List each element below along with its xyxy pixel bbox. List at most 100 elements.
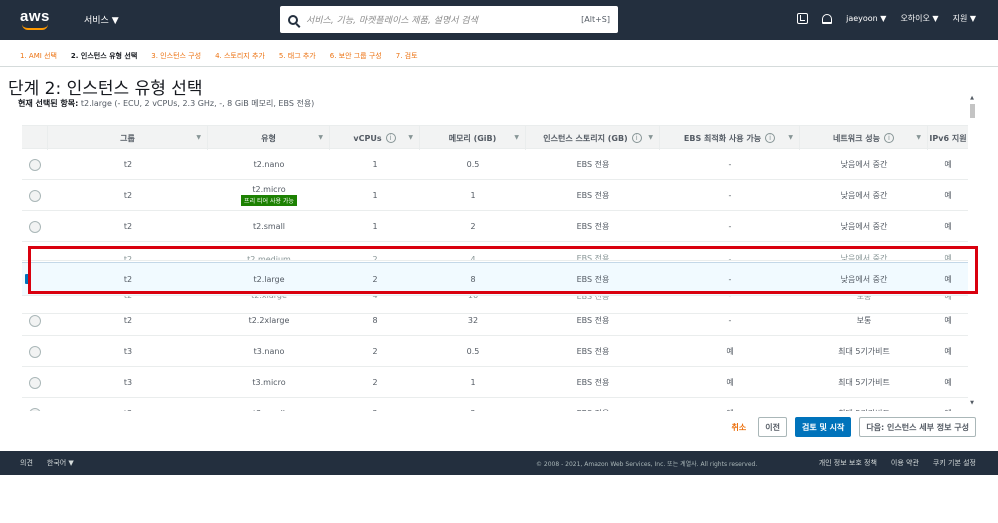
table-row[interactable]: t2 t2.2xlarge 8 32 EBS 전용 - 보통 예 xyxy=(22,306,968,336)
page-title: 단계 2: 인스턴스 유형 선택 xyxy=(8,79,203,99)
header-label: 그룹 xyxy=(120,133,135,143)
cell-group: t2 xyxy=(123,316,133,325)
search-shortcut: [Alt+S] xyxy=(581,15,610,24)
cell-ipv6: 예 xyxy=(944,160,952,169)
review-and-launch-button[interactable]: 검토 및 시작 xyxy=(794,417,852,437)
search-icon xyxy=(288,14,298,25)
cell-type-wrap: t2.micro 프리 티어 사용 가능 xyxy=(208,181,330,210)
cell-network: 최대 5기가비트 xyxy=(838,347,890,356)
cell-memory: 1 xyxy=(470,191,476,200)
info-icon[interactable]: i xyxy=(631,133,642,143)
step-security-group[interactable]: 6. 보안 그룹 구성 xyxy=(330,51,382,61)
wizard-steps: 1. AMI 선택 2. 인스턴스 유형 선택 3. 인스턴스 구성 4. 스토… xyxy=(20,51,418,61)
footer-bar: 의견 한국어 ▼ © 2008 - 2021, Amazon Web Servi… xyxy=(0,451,998,475)
scroll-up-icon[interactable]: ▲ xyxy=(968,95,976,101)
header-vcpus[interactable]: vCPUs i ▼ xyxy=(330,126,420,150)
row-radio[interactable] xyxy=(29,345,41,358)
header-label: vCPUs xyxy=(353,133,382,143)
step-review[interactable]: 7. 검토 xyxy=(396,51,418,61)
services-menu[interactable]: 서비스 ▼ xyxy=(84,13,119,26)
step-ami[interactable]: 1. AMI 선택 xyxy=(20,51,57,61)
info-icon[interactable]: i xyxy=(385,133,396,143)
header-instance-storage[interactable]: 인스턴스 스토리지 (GB) i ▼ xyxy=(526,126,660,150)
aws-logo[interactable]: aws xyxy=(20,8,62,32)
cell-memory: 32 xyxy=(467,316,479,325)
search-bar[interactable]: 서비스, 기능, 마켓플레이스 제품, 설명서 검색 [Alt+S] xyxy=(280,6,618,33)
cell-vcpus: 1 xyxy=(372,222,378,231)
cell-group: t2 xyxy=(123,222,133,231)
table-row[interactable]: t2 t2.small 1 2 EBS 전용 - 낮음에서 중간 예 xyxy=(22,212,968,242)
table-header: 그룹 ▼ 유형 ▼ vCPUs i ▼ 메모리 (GiB) ▼ 인스턴스 스토리지 (GB… xyxy=(22,125,968,150)
feedback-link[interactable]: 의견 xyxy=(20,458,33,468)
table-row[interactable]: t2 t2.nano 1 0.5 EBS 전용 - 낮음에서 중간 예 xyxy=(22,150,968,180)
support-menu[interactable]: 지원 ▼ xyxy=(953,13,976,24)
notification-bell-icon[interactable] xyxy=(822,13,833,24)
row-radio[interactable] xyxy=(29,158,41,171)
table-row[interactable]: t3 t3.nano 2 0.5 EBS 전용 예 최대 5기가비트 예 xyxy=(22,337,968,367)
cell-network: 최대 5기가비트 xyxy=(800,399,928,411)
row-select-cell xyxy=(22,368,48,397)
sort-icon: ▼ xyxy=(514,134,519,141)
step-instance-type[interactable]: 2. 인스턴스 유형 선택 xyxy=(71,51,137,61)
row-radio[interactable] xyxy=(29,407,41,411)
cell-ebs: - xyxy=(728,160,732,169)
cell-storage: EBS 전용 xyxy=(576,160,610,169)
cell-ipv6: 예 xyxy=(944,222,952,231)
scroll-down-icon[interactable]: ▼ xyxy=(968,400,976,406)
info-icon[interactable]: i xyxy=(883,133,894,143)
selected-instance-summary: 현재 선택된 항목: t2.large (- ECU, 2 vCPUs, 2.3… xyxy=(18,98,314,109)
header-memory[interactable]: 메모리 (GiB) ▼ xyxy=(420,126,526,150)
previous-button[interactable]: 이전 xyxy=(758,417,787,437)
sort-icon: ▼ xyxy=(788,134,793,141)
search-input[interactable]: 서비스, 기능, 마켓플레이스 제품, 설명서 검색 xyxy=(306,13,581,26)
table-row[interactable]: t2 t2.micro 프리 티어 사용 가능 1 1 EBS 전용 - 낮음에… xyxy=(22,181,968,211)
row-radio[interactable] xyxy=(29,376,41,389)
cell-network: 낮음에서 중간 xyxy=(840,222,888,231)
cell-memory: 2 xyxy=(420,399,526,411)
copyright-text: © 2008 - 2021, Amazon Web Services, Inc.… xyxy=(536,460,758,468)
info-icon[interactable]: i xyxy=(765,133,776,143)
row-select-cell xyxy=(22,399,48,411)
cell-storage: EBS 전용 xyxy=(576,347,610,356)
header-label: 인스턴스 스토리지 (GB) xyxy=(543,133,628,143)
cell-type: t3.micro xyxy=(252,378,286,387)
cell-group: t3 xyxy=(48,399,208,411)
row-radio[interactable] xyxy=(29,220,41,233)
step-add-tags[interactable]: 5. 태그 추가 xyxy=(279,51,316,61)
privacy-link[interactable]: 개인 정보 보호 정책 xyxy=(819,458,877,468)
header-ebs-optimized[interactable]: EBS 최적화 사용 가능 i ▼ xyxy=(660,126,800,150)
nav-right-group: jaeyoon ▼ 오하이오 ▼ 지원 ▼ xyxy=(797,13,976,24)
header-label: 메모리 (GiB) xyxy=(448,133,497,143)
row-radio[interactable] xyxy=(29,314,41,327)
table-row[interactable]: t3 t3.micro 2 1 EBS 전용 예 최대 5기가비트 예 xyxy=(22,368,968,398)
row-radio[interactable] xyxy=(29,189,41,202)
cell-ebs: - xyxy=(728,191,732,200)
cancel-button[interactable]: 취소 xyxy=(727,422,750,433)
header-ipv6[interactable]: IPv6 지원 xyxy=(928,126,968,150)
cell-storage: EBS 전용 xyxy=(526,399,660,411)
cell-storage: EBS 전용 xyxy=(576,316,610,325)
cell-memory: 2 xyxy=(470,222,476,231)
header-group[interactable]: 그룹 ▼ xyxy=(48,126,208,150)
account-menu[interactable]: jaeyoon ▼ xyxy=(846,14,886,23)
cell-type: t3.nano xyxy=(253,347,285,356)
region-menu[interactable]: 오하이오 ▼ xyxy=(900,13,938,24)
step-configure-instance[interactable]: 3. 인스턴스 구성 xyxy=(151,51,201,61)
cell-storage: EBS 전용 xyxy=(576,191,610,200)
terms-link[interactable]: 이용 약관 xyxy=(891,458,919,468)
cloudshell-icon[interactable] xyxy=(797,13,809,24)
header-type[interactable]: 유형 ▼ xyxy=(208,126,330,150)
cell-type: t2.2xlarge xyxy=(248,316,290,325)
row-select-cell xyxy=(22,181,48,210)
scroll-thumb[interactable] xyxy=(969,104,975,118)
cell-vcpus: 1 xyxy=(372,160,378,169)
next-configure-details-button[interactable]: 다음: 인스턴스 세부 정보 구성 xyxy=(859,417,976,437)
header-network[interactable]: 네트워크 성능 i ▼ xyxy=(800,126,928,150)
step-add-storage[interactable]: 4. 스토리지 추가 xyxy=(215,51,265,61)
cookie-preferences-link[interactable]: 쿠키 기본 설정 xyxy=(933,458,976,468)
cell-ipv6: 예 xyxy=(944,191,952,200)
row-select-cell xyxy=(22,150,48,179)
table-row[interactable]: t3 t3.small 2 2 EBS 전용 예 최대 5기가비트 예 xyxy=(22,399,968,411)
cell-vcpus: 8 xyxy=(372,316,378,325)
language-selector[interactable]: 한국어 ▼ xyxy=(47,458,74,468)
